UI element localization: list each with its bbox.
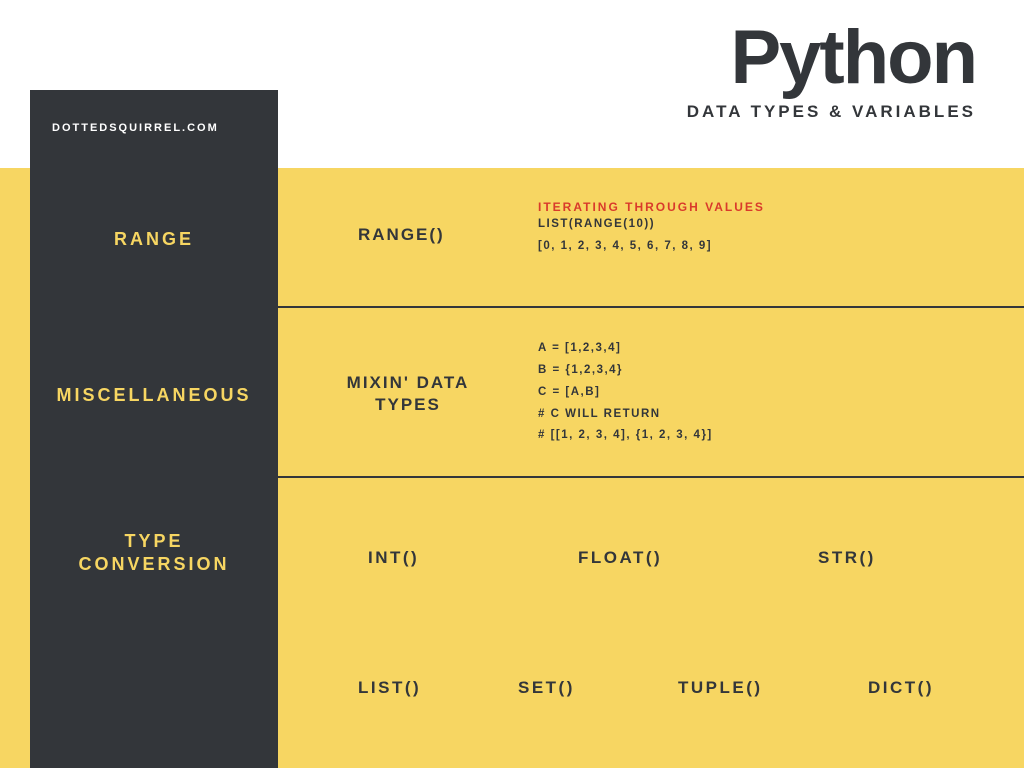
misc-code-3: C = [A,B] <box>538 382 713 404</box>
row-typeconv: INT() FLOAT() STR() LIST() SET() TUPLE()… <box>278 478 1024 768</box>
misc-code-1: A = [1,2,3,4] <box>538 338 713 360</box>
misc-code-2: B = {1,2,3,4} <box>538 360 713 382</box>
sidebar-label-typeconv: TYPE CONVERSION <box>30 530 278 577</box>
content-area: RANGE() ITERATING THROUGH VALUES LIST(RA… <box>278 168 1024 768</box>
row-range: RANGE() ITERATING THROUGH VALUES LIST(RA… <box>278 168 1024 308</box>
header: Python DATA TYPES & VARIABLES <box>687 20 976 122</box>
sidebar-label-misc: MISCELLANEOUS <box>30 384 278 407</box>
conv-float: FLOAT() <box>578 548 662 568</box>
misc-heading-2: TYPES <box>375 395 441 414</box>
page-subtitle: DATA TYPES & VARIABLES <box>687 102 976 122</box>
misc-detail: A = [1,2,3,4] B = {1,2,3,4} C = [A,B] # … <box>538 338 713 447</box>
sidebar-label-range: RANGE <box>30 228 278 251</box>
row-misc: MIXIN' DATA TYPES A = [1,2,3,4] B = {1,2… <box>278 308 1024 478</box>
sidebar-label-typeconv-2: CONVERSION <box>78 554 229 574</box>
conv-tuple: TUPLE() <box>678 678 763 698</box>
misc-heading: MIXIN' DATA TYPES <box>318 372 498 416</box>
range-red-heading: ITERATING THROUGH VALUES <box>538 200 765 214</box>
misc-heading-1: MIXIN' DATA <box>347 373 470 392</box>
sidebar-label-typeconv-1: TYPE <box>124 531 183 551</box>
range-func: RANGE() <box>358 224 445 246</box>
conv-int: INT() <box>368 548 419 568</box>
misc-code-4: # C WILL RETURN <box>538 404 713 426</box>
conv-dict: DICT() <box>868 678 934 698</box>
conv-str: STR() <box>818 548 876 568</box>
site-label: DOTTEDSQUIRREL.COM <box>52 122 219 134</box>
sidebar: DOTTEDSQUIRREL.COM RANGE MISCELLANEOUS T… <box>30 90 278 768</box>
conv-list: LIST() <box>358 678 421 698</box>
range-code-1: LIST(RANGE(10)) <box>538 214 765 236</box>
range-detail: ITERATING THROUGH VALUES LIST(RANGE(10))… <box>538 200 765 258</box>
range-code-2: [0, 1, 2, 3, 4, 5, 6, 7, 8, 9] <box>538 236 765 258</box>
conv-set: SET() <box>518 678 575 698</box>
misc-code-5: # [[1, 2, 3, 4], {1, 2, 3, 4}] <box>538 425 713 447</box>
page-title: Python <box>687 20 976 96</box>
